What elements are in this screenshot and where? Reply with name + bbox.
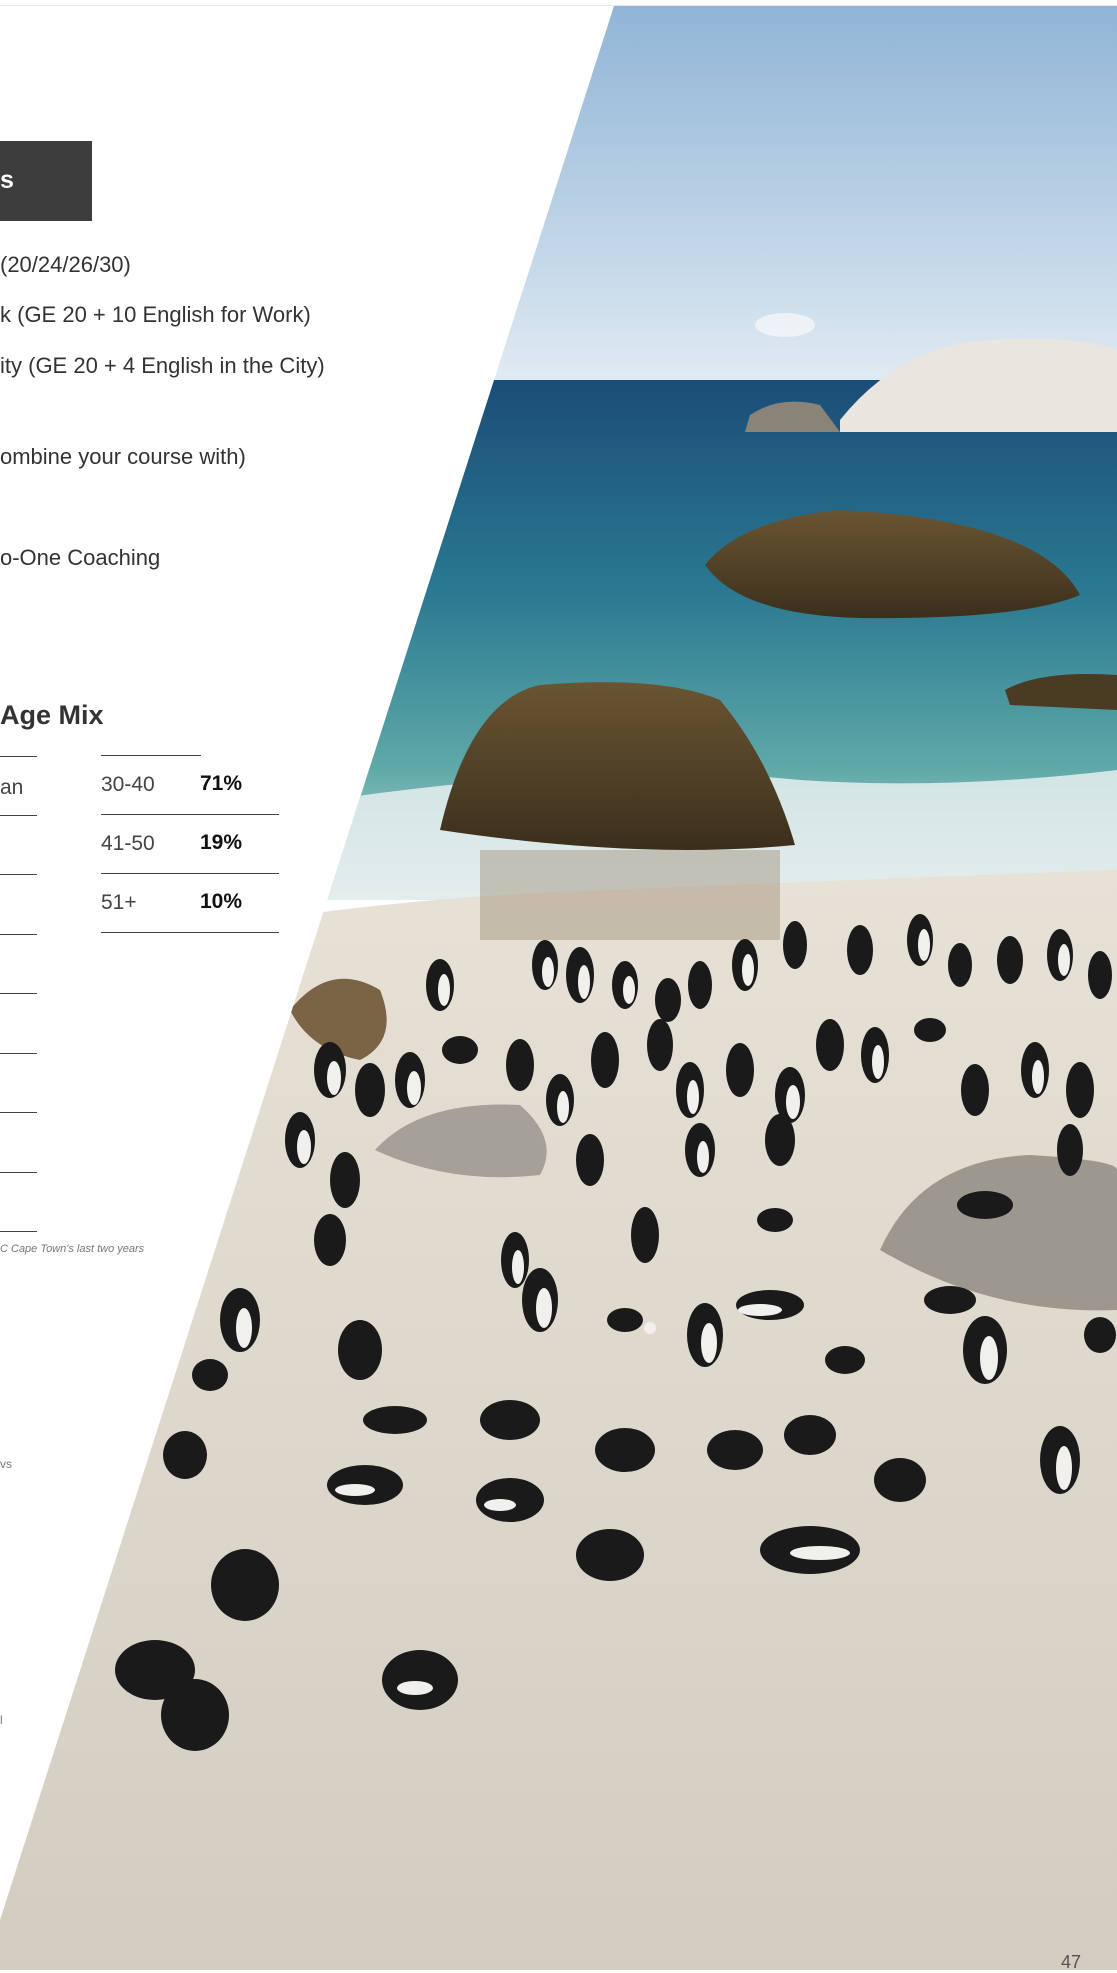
nationality-rule	[0, 934, 37, 935]
nationality-rule	[0, 1053, 37, 1054]
course-combine-note: ombine your course with)	[0, 444, 246, 469]
age-mix-table: 30-40 71% 41-50 19% 51+ 10%	[101, 755, 279, 933]
nationality-rule	[0, 1172, 37, 1173]
footnote: C Cape Town's last two years	[0, 1243, 145, 1255]
nationality-rule	[0, 993, 37, 994]
course-option-general-english: (20/24/26/30)	[0, 252, 131, 277]
nationality-rule	[0, 1112, 37, 1113]
top-divider	[0, 5, 1117, 6]
nationality-rule	[0, 815, 37, 816]
course-section-header-label: s	[0, 166, 14, 194]
clipped-text-fragment: l	[0, 1713, 3, 1727]
age-mix-heading: Age Mix	[0, 700, 104, 730]
nationality-rule	[0, 1231, 37, 1232]
nationality-rule	[0, 874, 37, 875]
penguin-beach-illustration	[0, 6, 1117, 1970]
age-percent: 10%	[200, 890, 243, 913]
nationality-entry: an	[0, 776, 24, 799]
age-range: 41-50	[101, 832, 155, 855]
age-percent: 71%	[200, 772, 243, 795]
age-mix-row: 30-40 71%	[101, 756, 279, 815]
course-option-english-for-work: k (GE 20 + 10 English for Work)	[0, 302, 311, 327]
course-option-english-in-the-city: ity (GE 20 + 4 English in the City)	[0, 353, 325, 378]
nationality-rule	[0, 756, 37, 757]
age-mix-row: 51+ 10%	[101, 874, 279, 933]
age-range: 30-40	[101, 773, 155, 796]
clipped-text-fragment: vs	[0, 1457, 12, 1471]
age-mix-row: 41-50 19%	[101, 815, 279, 874]
age-range: 51+	[101, 891, 137, 914]
penguin-beach-photo	[0, 6, 1117, 1970]
course-option-coaching: o-One Coaching	[0, 545, 161, 570]
course-section-header: s	[0, 141, 92, 221]
age-percent: 19%	[200, 831, 243, 854]
